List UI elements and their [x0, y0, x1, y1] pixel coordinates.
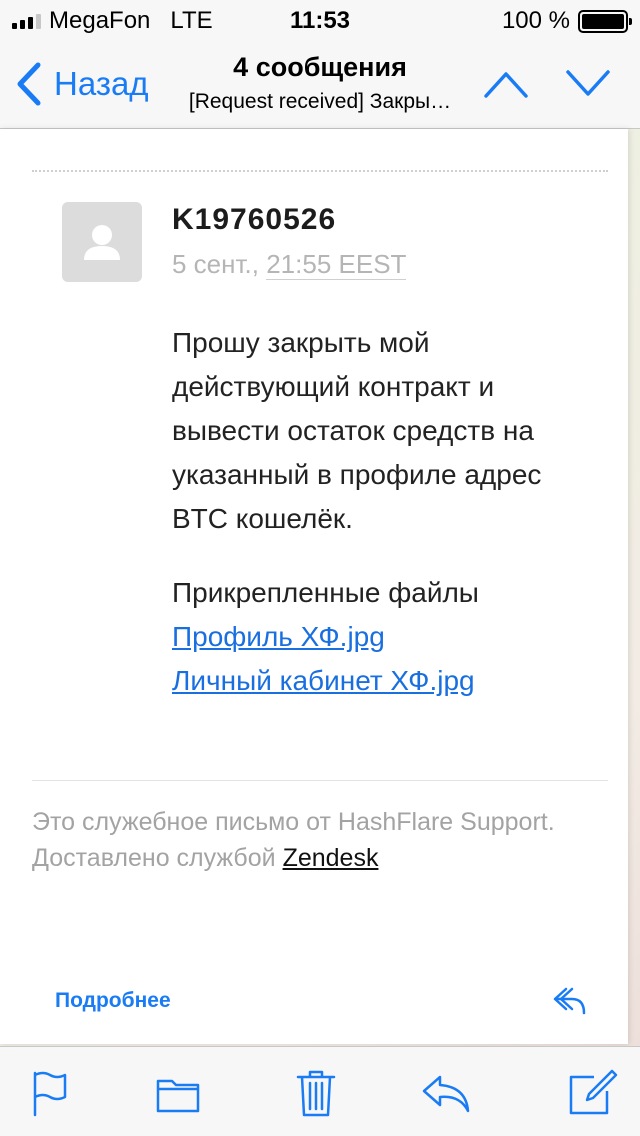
message-card: K19760526 5 сент., 21:55 EEST Прошу закр…: [0, 129, 628, 1044]
footer-notice: Это служебное письмо от HashFlare Suppor…: [32, 808, 555, 836]
navigation-bar: Назад 4 сообщения [Request received] Зак…: [0, 40, 640, 129]
chevron-up-icon: [484, 72, 528, 98]
body-line: BTC кошелёк.: [172, 503, 353, 534]
chevron-down-icon: [566, 70, 610, 96]
back-label: Назад: [54, 65, 149, 102]
back-button[interactable]: Назад: [14, 60, 149, 108]
chevron-left-icon: [17, 62, 41, 106]
footer-delivered-prefix: Доставлено службой: [32, 844, 276, 872]
message-date-time[interactable]: 21:55 EEST: [266, 249, 407, 280]
flag-button[interactable]: [30, 1069, 70, 1117]
battery-percent: 100 %: [501, 7, 570, 34]
avatar: [62, 202, 142, 282]
message-date-day: 5 сент.,: [172, 249, 259, 279]
delete-button[interactable]: [296, 1069, 336, 1117]
attachment-link[interactable]: Профиль ХФ.jpg: [172, 617, 385, 657]
reply-button[interactable]: [420, 1069, 472, 1117]
zendesk-link[interactable]: Zendesk: [283, 844, 379, 872]
reply-icon: [422, 1075, 470, 1113]
card-reply-button[interactable]: [552, 985, 588, 1017]
body-line: указанный в профиле адрес: [172, 459, 542, 490]
details-button[interactable]: Подробнее: [55, 989, 171, 1013]
status-bar: MegaFon LTE 11:53 100 %: [0, 0, 640, 40]
attachment-link[interactable]: Личный кабинет ХФ.jpg: [172, 661, 475, 701]
message-date: 5 сент., 21:55 EEST: [172, 249, 407, 280]
thread-title: 4 сообщения: [233, 52, 407, 82]
message-body: Прошу закрыть мой действующий контракт и…: [172, 321, 602, 541]
flag-icon: [33, 1071, 67, 1117]
battery-icon: [578, 9, 632, 33]
thread-subject: [Request received] Закры…: [188, 90, 452, 113]
reply-icon: [553, 987, 586, 1015]
sender-name: K19760526: [172, 203, 337, 236]
body-line: действующий контракт и: [172, 371, 495, 402]
footer-divider: [32, 780, 608, 781]
bottom-toolbar: [0, 1046, 640, 1136]
attachments-title: Прикрепленные файлы: [172, 577, 479, 608]
folder-icon: [156, 1079, 200, 1113]
person-icon: [84, 225, 120, 260]
body-line: Прошу закрыть мой: [172, 327, 430, 358]
next-message-button[interactable]: [564, 64, 612, 104]
compose-icon: [569, 1069, 618, 1115]
status-right: 100 %: [501, 6, 632, 36]
footer-delivered: Доставлено службой Zendesk: [32, 840, 378, 876]
body-line: вывести остаток средств на: [172, 415, 534, 446]
move-to-folder-button[interactable]: [155, 1069, 201, 1117]
compose-button[interactable]: [568, 1069, 618, 1117]
previous-message-button[interactable]: [482, 64, 530, 104]
trash-icon: [296, 1070, 336, 1117]
dotted-divider: [32, 170, 608, 172]
